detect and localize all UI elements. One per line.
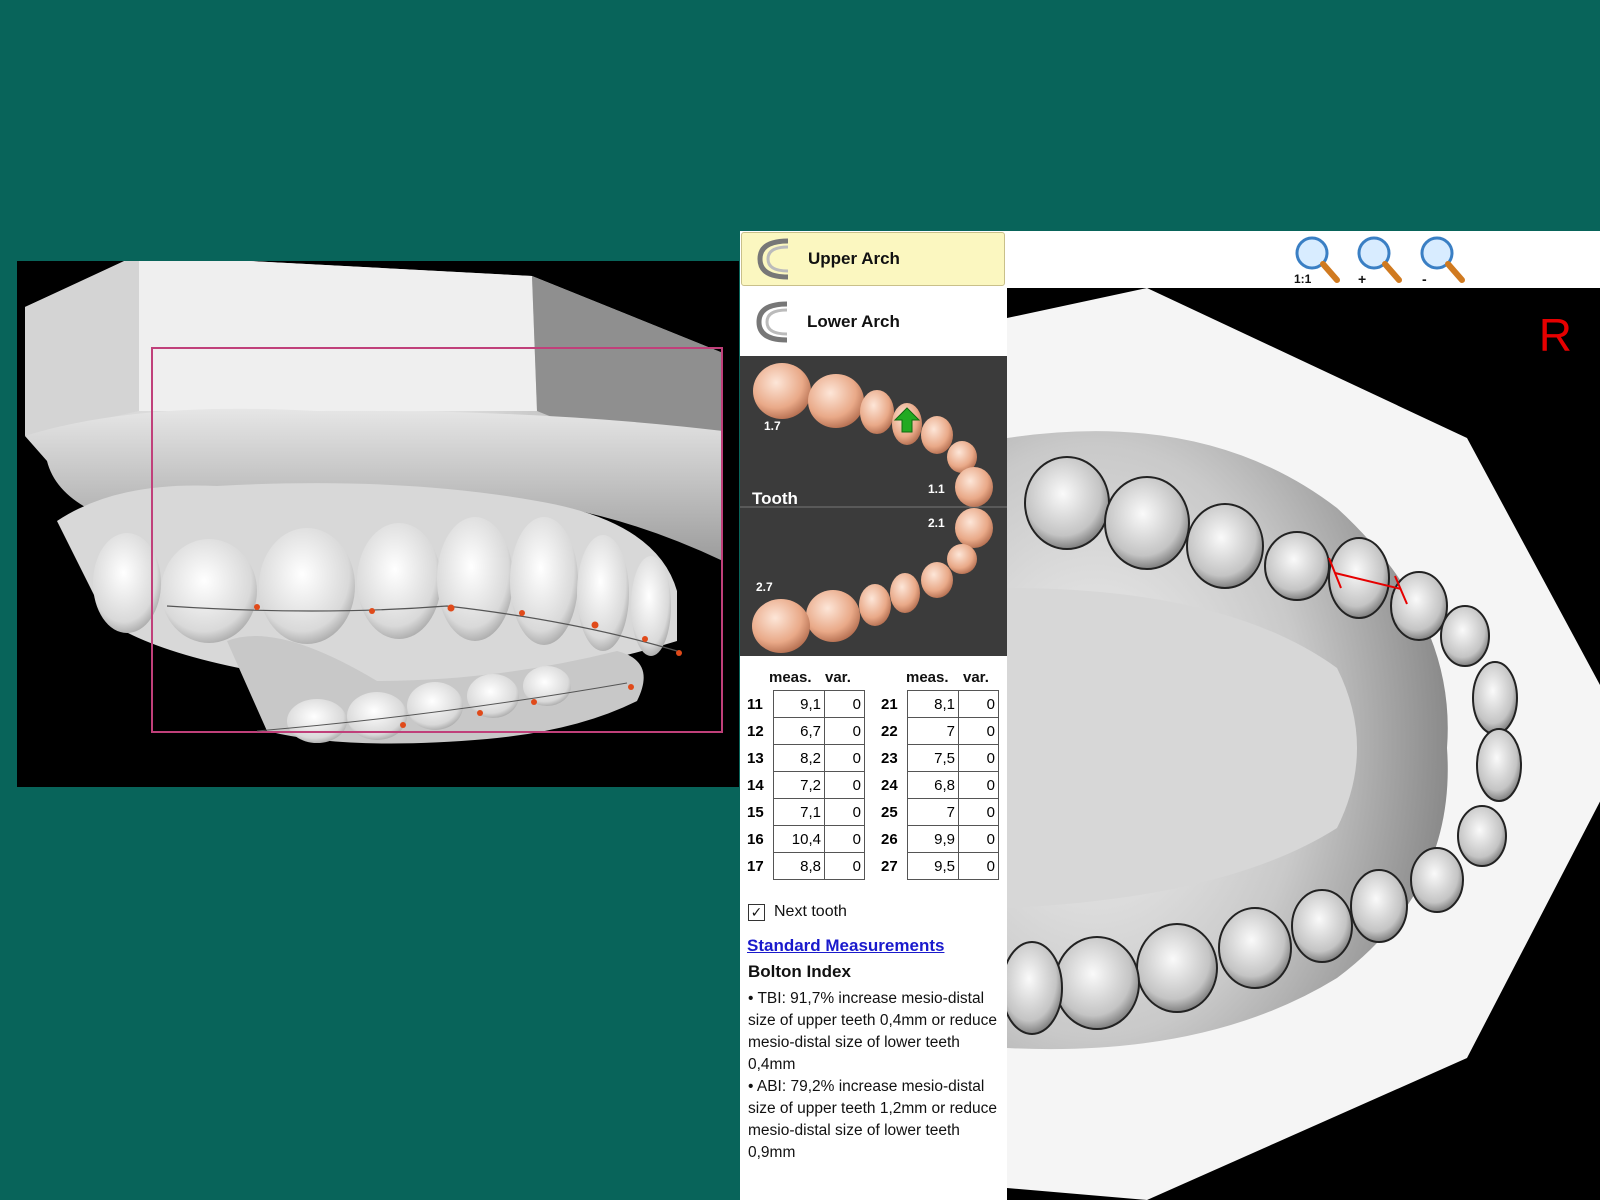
tooth-selection-map[interactable]: 1.7 1.1 2.1 2.7 Tooth bbox=[740, 356, 1007, 656]
bolton-tbi-text: • TBI: 91,7% increase mesio-distal size … bbox=[748, 990, 997, 1073]
table-row: 27 9,5 0 bbox=[878, 852, 999, 880]
zoom-in-icon: + bbox=[1357, 236, 1402, 287]
measurement-table-quadrant-2: 21 8,1 0 22 7 0 23 7,5 0 24 6,8 0 25 7 0 26 9,9 0 27 9,5 0 bbox=[878, 690, 999, 880]
var-value[interactable]: 0 bbox=[824, 717, 865, 745]
tooth-number: 25 bbox=[881, 803, 898, 821]
tooth-label-27: 2.7 bbox=[756, 580, 773, 594]
view-toolbar: 1:1 + - bbox=[1007, 231, 1600, 288]
zoom-out-button[interactable]: - bbox=[1417, 234, 1467, 287]
table-row: 24 6,8 0 bbox=[878, 771, 999, 799]
table-row: 11 9,1 0 bbox=[744, 690, 865, 718]
side-marker-label: R bbox=[1538, 309, 1572, 361]
tooth-number: 14 bbox=[747, 776, 764, 794]
meas-value[interactable]: 7 bbox=[907, 798, 959, 826]
table-row: 23 7,5 0 bbox=[878, 744, 999, 772]
tooth-number: 16 bbox=[747, 830, 764, 848]
meas-value[interactable]: 8,2 bbox=[773, 744, 825, 772]
meas-value[interactable]: 10,4 bbox=[773, 825, 825, 853]
zoom-1to1-icon: 1:1 bbox=[1294, 236, 1340, 286]
lower-arch-icon bbox=[756, 301, 788, 343]
zoom-out-icon: - bbox=[1420, 236, 1465, 287]
meas-value[interactable]: 7,2 bbox=[773, 771, 825, 799]
next-tooth-label: Next tooth bbox=[774, 903, 847, 920]
tooth-label-17: 1.7 bbox=[764, 419, 781, 433]
table-row: 26 9,9 0 bbox=[878, 825, 999, 853]
table-row: 25 7 0 bbox=[878, 798, 999, 826]
table-row: 13 8,2 0 bbox=[744, 744, 865, 772]
tooth-number: 21 bbox=[881, 695, 898, 713]
meas-value[interactable]: 6,7 bbox=[773, 717, 825, 745]
var-value[interactable]: 0 bbox=[824, 690, 865, 718]
tooth-number: 22 bbox=[881, 722, 898, 740]
var-header-left: var. bbox=[963, 669, 989, 686]
table-row: 22 7 0 bbox=[878, 717, 999, 745]
lower-quadrant-teeth[interactable] bbox=[752, 508, 993, 653]
next-tooth-checkbox[interactable]: ✓ Next tooth bbox=[748, 903, 847, 921]
meas-value[interactable]: 7 bbox=[907, 717, 959, 745]
upper-arch-icon bbox=[757, 238, 789, 280]
occlusal-arch-model bbox=[1007, 288, 1600, 1200]
meas-value[interactable]: 8,1 bbox=[907, 690, 959, 718]
var-value[interactable]: 0 bbox=[824, 825, 865, 853]
upper-arch-label: Upper Arch bbox=[808, 249, 900, 268]
meas-value[interactable]: 7,5 bbox=[907, 744, 959, 772]
table-row: 17 8,8 0 bbox=[744, 852, 865, 880]
measurement-table-quadrant-1: 11 9,1 0 12 6,7 0 13 8,2 0 14 7,2 0 15 7,1 0 16 10,4 0 17 8… bbox=[744, 690, 865, 880]
tooth-number: 23 bbox=[881, 749, 898, 767]
upper-quadrant-teeth[interactable] bbox=[753, 363, 993, 507]
tooth-number: 13 bbox=[747, 749, 764, 767]
tooth-number: 17 bbox=[747, 857, 764, 875]
var-value[interactable]: 0 bbox=[958, 690, 999, 718]
meas-value[interactable]: 9,1 bbox=[773, 690, 825, 718]
var-header-right: var. bbox=[825, 669, 851, 686]
meas-header-left: meas. bbox=[906, 669, 949, 686]
var-value[interactable]: 0 bbox=[958, 852, 999, 880]
bolton-index-title: Bolton Index bbox=[748, 962, 851, 981]
var-value[interactable]: 0 bbox=[958, 744, 999, 772]
var-value[interactable]: 0 bbox=[824, 852, 865, 880]
zoom-1to1-button[interactable]: 1:1 bbox=[1292, 234, 1342, 286]
var-value[interactable]: 0 bbox=[824, 798, 865, 826]
tooth-number: 12 bbox=[747, 722, 764, 740]
tooth-number: 27 bbox=[881, 857, 898, 875]
meas-value[interactable]: 9,9 bbox=[907, 825, 959, 853]
bolton-abi-text: • ABI: 79,2% increase mesio-distal size … bbox=[748, 1078, 997, 1161]
tooth-number: 24 bbox=[881, 776, 898, 794]
zoom-out-label: - bbox=[1422, 271, 1427, 286]
var-value[interactable]: 0 bbox=[824, 771, 865, 799]
tooth-map-title: Tooth bbox=[752, 489, 798, 508]
tooth-number: 11 bbox=[747, 695, 763, 713]
measurement-panel: Upper Arch Lower Arch 1.7 1.1 2.1 2.7 To… bbox=[740, 231, 1007, 1200]
meas-header-right: meas. bbox=[769, 669, 812, 686]
zoom-in-button[interactable]: + bbox=[1354, 234, 1404, 287]
lower-arch-button[interactable]: Lower Arch bbox=[741, 295, 1005, 349]
model-3d-view[interactable] bbox=[17, 261, 739, 787]
zoom-in-label: + bbox=[1358, 271, 1366, 286]
meas-value[interactable]: 9,5 bbox=[907, 852, 959, 880]
var-value[interactable]: 0 bbox=[958, 717, 999, 745]
meas-value[interactable]: 6,8 bbox=[907, 771, 959, 799]
standard-measurements-link[interactable]: Standard Measurements bbox=[747, 936, 944, 956]
occlusal-view[interactable]: R bbox=[1007, 288, 1600, 1200]
tooth-label-11: 1.1 bbox=[928, 482, 945, 496]
var-value[interactable]: 0 bbox=[824, 744, 865, 772]
table-row: 14 7,2 0 bbox=[744, 771, 865, 799]
table-row: 15 7,1 0 bbox=[744, 798, 865, 826]
tooth-label-21: 2.1 bbox=[928, 516, 945, 530]
meas-value[interactable]: 8,8 bbox=[773, 852, 825, 880]
var-value[interactable]: 0 bbox=[958, 798, 999, 826]
meas-value[interactable]: 7,1 bbox=[773, 798, 825, 826]
table-row: 16 10,4 0 bbox=[744, 825, 865, 853]
zoom-1to1-label: 1:1 bbox=[1294, 272, 1312, 286]
checkbox-icon[interactable]: ✓ bbox=[748, 903, 765, 921]
var-value[interactable]: 0 bbox=[958, 771, 999, 799]
tooth-number: 15 bbox=[747, 803, 764, 821]
lower-arch-label: Lower Arch bbox=[807, 312, 900, 331]
table-row: 21 8,1 0 bbox=[878, 690, 999, 718]
table-row: 12 6,7 0 bbox=[744, 717, 865, 745]
var-value[interactable]: 0 bbox=[958, 825, 999, 853]
upper-arch-button[interactable]: Upper Arch bbox=[741, 232, 1005, 286]
dental-model-3d bbox=[25, 261, 723, 744]
tooth-number: 26 bbox=[881, 830, 898, 848]
